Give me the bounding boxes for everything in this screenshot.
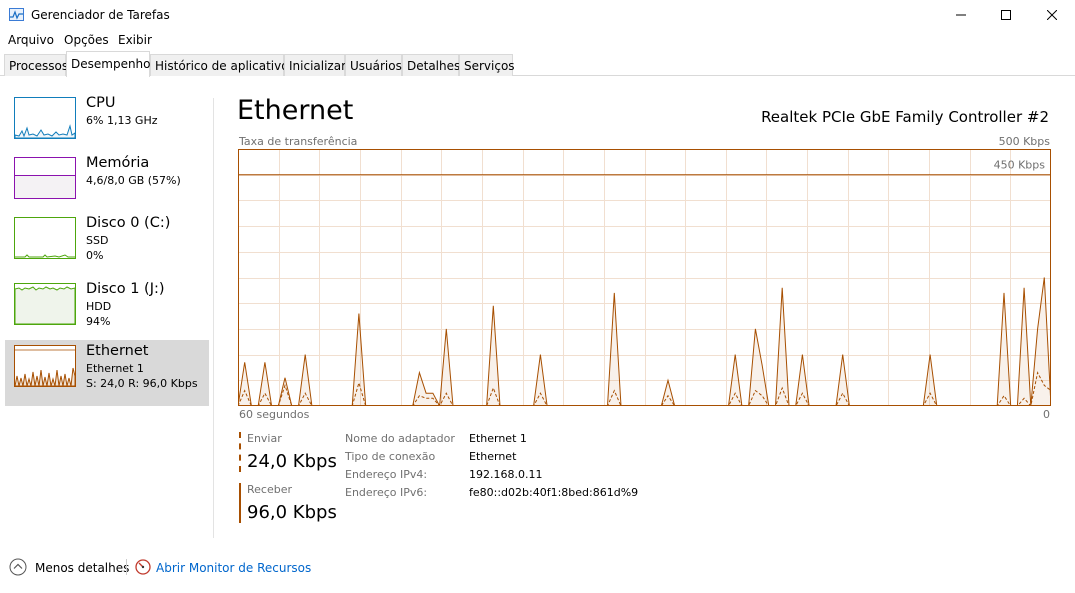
menu-arquivo[interactable]: Arquivo	[8, 33, 54, 47]
close-button[interactable]	[1029, 0, 1075, 30]
info-value-ipv6: fe80::d02b:40f1:8bed:861d%9	[469, 486, 639, 499]
window-title: Gerenciador de Tarefas	[31, 8, 170, 22]
sidebar-item-detail: 94%	[86, 315, 111, 328]
throughput-chart: 450 Kbps	[237, 149, 1052, 408]
sidebar-divider	[213, 98, 214, 538]
sidebar-item-ethernet[interactable]: Ethernet Ethernet 1 S: 24,0 R: 96,0 Kbps	[5, 340, 209, 406]
chevron-up-circle-icon[interactable]	[9, 558, 27, 576]
maximize-icon	[1001, 10, 1011, 20]
info-value-ipv4: 192.168.0.11	[469, 468, 543, 481]
menu-bar: Arquivo Opções Exibir	[0, 30, 1075, 51]
cpu-thumbnail-graph	[14, 97, 76, 139]
tab-historico[interactable]: Histórico de aplicativos	[150, 54, 295, 76]
tab-servicos[interactable]: Serviços	[459, 54, 515, 76]
sidebar-item-detail: 4,6/8,0 GB (57%)	[86, 174, 181, 187]
info-label-ipv6: Endereço IPv6:	[345, 486, 428, 499]
sidebar-item-detail: Ethernet 1	[86, 362, 144, 375]
footer: Menos detalhes Abrir Monitor de Recursos	[0, 552, 1075, 582]
tab-strip: Processos Desempenho Histórico de aplica…	[0, 51, 1075, 77]
adapter-name: Realtek PCIe GbE Family Controller #2	[761, 108, 1049, 126]
sidebar-item-name: Ethernet	[86, 343, 149, 359]
disk1-thumbnail-graph	[14, 283, 76, 325]
menu-opcoes[interactable]: Opções	[64, 33, 109, 47]
title-bar: Gerenciador de Tarefas	[0, 0, 1075, 30]
receive-value: 96,0 Kbps	[247, 502, 337, 523]
throughput-label: Taxa de transferência	[239, 135, 358, 148]
send-label: Enviar	[247, 432, 282, 445]
sidebar-item-name: CPU	[86, 95, 116, 111]
sidebar-item-disco-0[interactable]: Disco 0 (C:) SSD 0%	[5, 212, 209, 278]
y-axis-max-label: 500 Kbps	[998, 135, 1050, 148]
tab-desempenho[interactable]: Desempenho	[66, 51, 151, 77]
sidebar-item-name: Memória	[86, 155, 150, 171]
sidebar-item-name: Disco 0 (C:)	[86, 215, 171, 231]
time-axis-end-label: 0	[1043, 408, 1050, 421]
tab-detalhes[interactable]: Detalhes	[402, 54, 460, 76]
task-manager-icon	[9, 8, 24, 21]
ethernet-thumbnail-graph	[14, 345, 76, 387]
tab-processos[interactable]: Processos	[4, 54, 68, 76]
receive-stat: Receber 96,0 Kbps	[239, 483, 339, 523]
tab-inicializar[interactable]: Inicializar	[284, 54, 346, 76]
menu-exibir[interactable]: Exibir	[118, 33, 152, 47]
sidebar-item-memoria[interactable]: Memória 4,6/8,0 GB (57%)	[5, 152, 209, 218]
fewer-details-button[interactable]: Menos detalhes	[35, 561, 129, 575]
footer-divider	[126, 559, 127, 575]
sidebar-item-detail: 6% 1,13 GHz	[86, 114, 158, 127]
send-stat: Enviar 24,0 Kbps	[239, 432, 339, 472]
close-icon	[1047, 10, 1057, 20]
sidebar-item-detail: HDD	[86, 300, 112, 313]
throughput-chart-svg: 450 Kbps	[237, 149, 1052, 408]
sidebar-item-name: Disco 1 (J:)	[86, 281, 165, 297]
sidebar-item-detail: S: 24,0 R: 96,0 Kbps	[86, 377, 198, 390]
info-label-adapter: Nome do adaptador	[345, 432, 455, 445]
send-legend-marker	[239, 432, 241, 472]
minimize-icon	[956, 14, 966, 16]
info-label-connection: Tipo de conexão	[345, 450, 436, 463]
send-value: 24,0 Kbps	[247, 451, 337, 472]
memory-thumbnail-graph	[14, 157, 76, 199]
receive-legend-marker	[239, 483, 241, 523]
info-label-ipv4: Endereço IPv4:	[345, 468, 428, 481]
chart-reference-label: 450 Kbps	[994, 159, 1046, 172]
sidebar-item-cpu[interactable]: CPU 6% 1,13 GHz	[5, 92, 209, 158]
receive-label: Receber	[247, 483, 293, 496]
info-value-adapter: Ethernet 1	[469, 432, 527, 445]
page-title: Ethernet	[237, 95, 354, 126]
open-resource-monitor-link[interactable]: Abrir Monitor de Recursos	[156, 561, 311, 575]
sidebar-item-detail: 0%	[86, 249, 104, 262]
performance-sidebar: CPU 6% 1,13 GHz Memória 4,6/8,0 GB (57%)…	[0, 92, 213, 542]
sidebar-item-disco-1[interactable]: Disco 1 (J:) HDD 94%	[5, 278, 209, 344]
sidebar-item-detail: SSD	[86, 234, 109, 247]
info-value-connection: Ethernet	[469, 450, 517, 463]
minimize-button[interactable]	[938, 0, 984, 30]
resource-monitor-icon	[135, 559, 151, 575]
time-axis-label: 60 segundos	[239, 408, 310, 421]
maximize-button[interactable]	[983, 0, 1029, 30]
tab-usuarios[interactable]: Usuários	[345, 54, 402, 76]
disk0-thumbnail-graph	[14, 217, 76, 259]
